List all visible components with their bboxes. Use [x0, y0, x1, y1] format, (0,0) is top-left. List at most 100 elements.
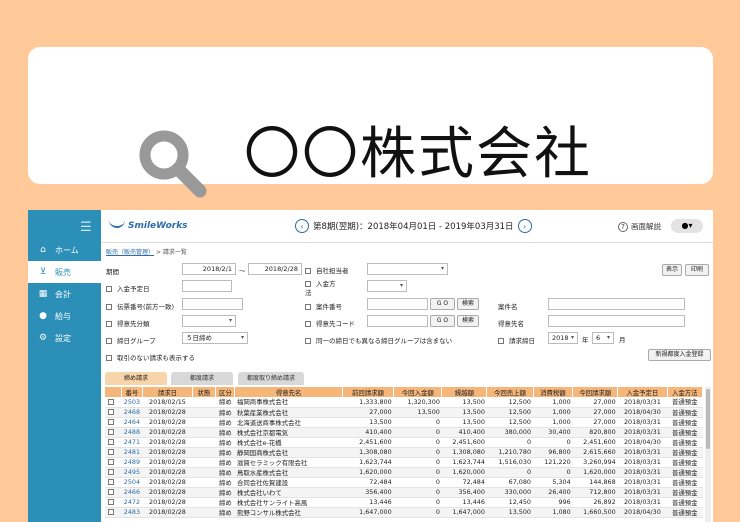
sidebar-item-home[interactable]: ⌂ ホーム — [28, 239, 101, 261]
checkbox-icon[interactable] — [107, 429, 114, 435]
payment-method-select[interactable] — [367, 280, 407, 292]
checkbox-icon[interactable] — [107, 479, 114, 485]
cell-number[interactable]: 2488 — [121, 427, 143, 438]
staff-select[interactable] — [367, 263, 448, 275]
cell-number[interactable]: 2468 — [121, 407, 143, 418]
cell-number[interactable]: 2471 — [121, 437, 143, 448]
row-checkbox[interactable] — [105, 457, 122, 468]
cell-number[interactable]: 2481 — [121, 447, 143, 458]
column-header[interactable]: 前回請求額 — [342, 387, 395, 397]
table-row[interactable]: 2503 2018/02/15 締め 福岡商事株式会社 1,333,800 1,320,3… — [105, 397, 703, 408]
table-row[interactable]: 2464 2018/02/28 締め 北海道送商事株式会社 13,500 0 13,500 1… — [105, 417, 703, 428]
row-checkbox[interactable] — [105, 467, 122, 478]
print-button[interactable]: 印刷 — [685, 264, 709, 276]
same-closing-checkbox[interactable] — [305, 338, 311, 344]
customer-search-button[interactable]: 検索 — [457, 315, 479, 327]
table-scrollbar[interactable] — [705, 387, 711, 522]
column-header[interactable]: 得意先名 — [234, 387, 343, 397]
customer-code-input[interactable] — [367, 315, 428, 327]
closing-group-checkbox[interactable] — [106, 338, 112, 344]
search-card[interactable]: 〇〇株式会社 — [28, 47, 713, 198]
checkbox-icon[interactable] — [107, 449, 114, 455]
table-row[interactable]: 2471 2018/02/28 締め 株式会社e-花橋 2,451,600 0 2,451,… — [105, 437, 703, 448]
checkbox-icon[interactable] — [107, 509, 114, 515]
customer-class-checkbox[interactable] — [106, 321, 112, 327]
customer-go-button[interactable]: G O — [430, 315, 455, 327]
menu-icon[interactable]: ☰ — [80, 220, 92, 235]
row-checkbox[interactable] — [105, 507, 122, 518]
help-link[interactable]: ? 画面解説 — [618, 221, 661, 232]
column-header[interactable]: 消費税額 — [533, 387, 574, 397]
table-row[interactable]: 2495 2018/02/28 締め 鳥取水産株式会社 1,620,000 0 1,620,… — [105, 467, 703, 478]
project-no-input[interactable] — [367, 298, 428, 310]
period-to-input[interactable]: 2018/2/28 — [248, 263, 302, 275]
row-checkbox[interactable] — [105, 407, 122, 418]
project-name-input[interactable] — [548, 298, 685, 310]
checkbox-icon[interactable] — [107, 489, 114, 495]
sidebar-item-sales[interactable]: ⊻ 販売 — [28, 261, 101, 283]
closing-group-select[interactable]: ５日締め — [182, 332, 248, 344]
row-checkbox[interactable] — [105, 477, 122, 488]
cell-number[interactable]: 2504 — [121, 477, 143, 488]
checkbox-icon[interactable] — [107, 409, 114, 415]
column-header[interactable]: 状態 — [192, 387, 217, 397]
row-checkbox[interactable] — [105, 437, 122, 448]
project-no-checkbox[interactable] — [305, 304, 311, 310]
column-header[interactable]: 繰越額 — [441, 387, 488, 397]
table-row[interactable]: 2483 2018/02/28 締め 熊野コンサル株式会社 1,647,000 0 1,64… — [105, 507, 703, 518]
table-row[interactable]: 2481 2018/02/28 締め 静岡国商株式会社 1,308,080 0 1,308,… — [105, 447, 703, 458]
column-header[interactable]: 今回請求額 — [572, 387, 619, 397]
cell-number[interactable]: 2472 — [121, 497, 143, 508]
next-period-icon[interactable]: › — [517, 219, 532, 233]
show-no-transactions-checkbox[interactable] — [106, 355, 112, 361]
customer-name-input[interactable] — [548, 315, 685, 327]
cell-number[interactable]: 2503 — [121, 397, 143, 408]
table-row[interactable]: 2488 2018/02/28 締め 株式会社京都電気 410,400 0 410,400 3… — [105, 427, 703, 438]
row-checkbox[interactable] — [105, 497, 122, 508]
due-date-checkbox[interactable] — [106, 286, 112, 292]
checkbox-icon[interactable] — [107, 398, 114, 405]
row-checkbox[interactable] — [105, 427, 122, 438]
tab-closing-billing[interactable]: 締め請求 — [105, 372, 167, 385]
period-from-input[interactable]: 2018/2/1 — [182, 263, 236, 275]
table-row[interactable]: 2472 2018/02/28 締め 株式会社サンライト高風 13,446 0 13,446… — [105, 497, 703, 508]
new-payment-button[interactable]: 新規都度入金登録 — [648, 349, 711, 361]
project-go-button[interactable]: G O — [430, 298, 455, 310]
sidebar-item-accounting[interactable]: ▦ 会計 — [28, 283, 101, 305]
column-header[interactable]: 入金予定日 — [617, 387, 668, 397]
column-header[interactable]: 今回入金額 — [393, 387, 443, 397]
cell-number[interactable]: 2466 — [121, 487, 143, 498]
row-checkbox[interactable] — [105, 487, 122, 498]
sidebar-item-settings[interactable]: ⚙ 設定 — [28, 327, 101, 349]
table-row[interactable]: 2466 2018/02/28 締め 株式会社いわて 356,400 0 356,400 33… — [105, 487, 703, 498]
year-select[interactable]: 2018 — [548, 332, 578, 344]
sidebar-item-payroll[interactable]: ● 給与 — [28, 305, 101, 327]
checkbox-icon[interactable] — [107, 469, 114, 475]
staff-checkbox[interactable] — [305, 268, 311, 274]
row-checkbox[interactable] — [105, 417, 122, 428]
row-checkbox[interactable] — [105, 397, 122, 408]
display-button[interactable]: 表示 — [662, 264, 682, 276]
logo[interactable]: SmileWorks — [109, 220, 188, 231]
row-checkbox[interactable] — [105, 447, 122, 458]
billing-closing-checkbox[interactable] — [498, 338, 504, 344]
table-row[interactable]: 2504 2018/02/28 締め 合同会社佐賀建設 72,484 0 72,484 67,… — [105, 477, 703, 488]
cell-number[interactable]: 2483 — [121, 507, 143, 518]
table-row[interactable]: 2468 2018/02/28 締め 秋葉産業株式会社 27,000 13,500 13,5… — [105, 407, 703, 418]
user-menu[interactable]: ●▾ — [671, 219, 703, 233]
tab-each-billing[interactable]: 都度請求 — [171, 372, 233, 385]
slip-no-checkbox[interactable] — [106, 304, 112, 310]
cell-number[interactable]: 2489 — [121, 457, 143, 468]
column-header[interactable]: 請求日 — [142, 387, 193, 397]
checkbox-icon[interactable] — [107, 459, 114, 465]
scrollbar-thumb[interactable] — [706, 389, 710, 449]
prev-period-icon[interactable]: ‹ — [295, 219, 309, 233]
tab-each-closing-billing[interactable]: 都度取り締め請求 — [238, 372, 304, 385]
column-header[interactable]: 区分 — [215, 387, 236, 397]
month-select[interactable]: 6 — [592, 332, 614, 344]
customer-code-checkbox[interactable] — [305, 321, 311, 327]
column-header[interactable]: 番号 — [121, 387, 144, 397]
checkbox-icon[interactable] — [107, 499, 114, 505]
customer-class-select[interactable] — [182, 315, 236, 327]
payment-method-checkbox[interactable] — [305, 281, 311, 287]
